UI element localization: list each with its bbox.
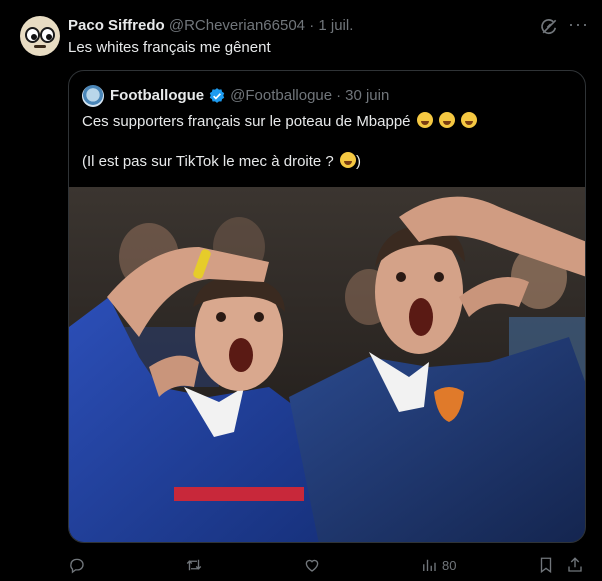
share-button[interactable]	[566, 554, 584, 576]
retweet-button[interactable]	[185, 554, 207, 576]
tweet[interactable]: Paco Siffredo @RCheverian66504 · 1 juil.…	[0, 0, 602, 581]
share-icon	[568, 557, 582, 572]
quoted-separator: ·	[336, 87, 342, 104]
quoted-line-1: Ces supporters français sur le poteau de…	[82, 112, 572, 132]
tweet-text: Les whites français me gênent	[68, 39, 271, 56]
supporters-photo-illustration	[69, 187, 585, 542]
author-handle[interactable]: @RCheverian66504	[169, 17, 305, 34]
loudly-crying-face-icon	[416, 112, 433, 128]
reply-icon	[70, 558, 84, 574]
heart-icon	[305, 559, 319, 572]
author-name[interactable]: Paco Siffredo	[68, 17, 165, 34]
quoted-author-handle[interactable]: @Footballogue	[230, 86, 332, 106]
verified-badge-icon	[209, 88, 225, 103]
quoted-avatar[interactable]	[82, 85, 104, 107]
loudly-crying-face-icon	[438, 112, 455, 128]
more-options-icon[interactable]: ···	[568, 14, 588, 34]
tweet-date[interactable]: 1 juil.	[318, 17, 353, 34]
retweet-icon	[186, 559, 202, 571]
bookmark-button[interactable]	[537, 554, 555, 576]
grinning-face-with-sweat-icon	[339, 152, 356, 168]
loudly-crying-face-icon	[461, 112, 478, 128]
like-button[interactable]	[303, 554, 325, 576]
separator: ·	[309, 17, 315, 34]
avatar-mouth	[34, 45, 46, 48]
views-button[interactable]: 80	[420, 554, 456, 576]
avatar-eye-right	[40, 27, 55, 43]
quoted-text: Ces supporters français sur le poteau de…	[82, 112, 572, 192]
quoted-date[interactable]: 30 juin	[345, 86, 389, 106]
tweet-header: Paco Siffredo @RCheverian66504 · 1 juil.	[68, 16, 353, 36]
tweet-photo[interactable]	[69, 187, 585, 542]
grok-icon[interactable]	[539, 17, 559, 37]
avatar[interactable]	[20, 16, 60, 56]
bookmark-icon	[540, 557, 552, 574]
views-chart-icon	[423, 559, 436, 571]
quoted-author-name[interactable]: Footballogue	[110, 86, 204, 106]
quoted-tweet[interactable]: Footballogue @Footballogue · 30 juin Ces…	[68, 70, 586, 543]
quoted-line-2: (Il est pas sur TikTok le mec à droite ?…	[82, 152, 361, 170]
action-bar: 80	[0, 554, 602, 576]
avatar-eye-left	[25, 27, 40, 43]
views-count: 80	[442, 557, 457, 573]
quoted-header: Footballogue @Footballogue · 30 juin	[82, 85, 389, 107]
reply-button[interactable]	[68, 554, 90, 576]
